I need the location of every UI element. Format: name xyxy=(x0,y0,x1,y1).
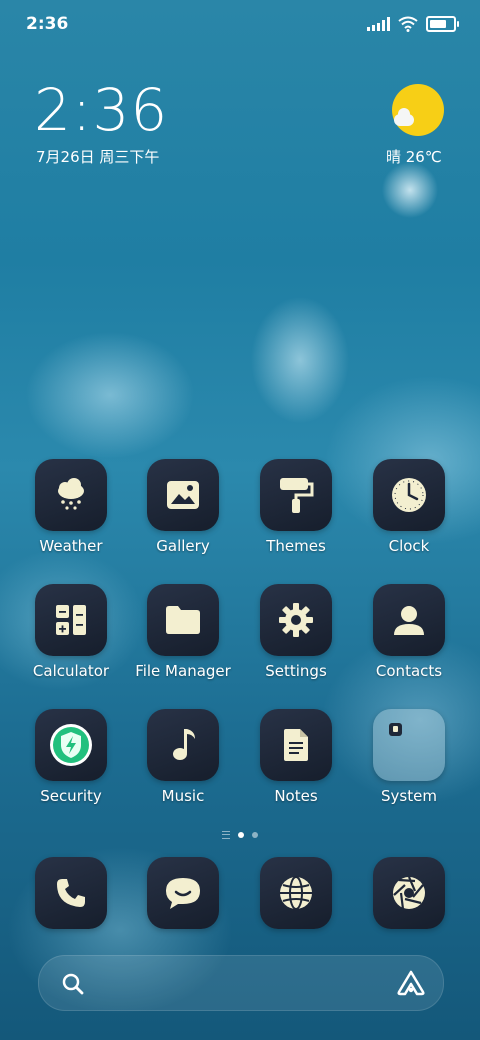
shield-bolt-icon xyxy=(50,724,92,766)
message-bubble-icon xyxy=(147,857,219,929)
app-contacts[interactable]: Contacts xyxy=(354,584,464,694)
page-dot xyxy=(252,832,258,838)
app-calculator[interactable]: Calculator xyxy=(16,584,126,694)
app-label: Settings xyxy=(265,662,327,680)
app-label: Security xyxy=(40,787,102,805)
app-notes[interactable]: Notes xyxy=(241,709,351,819)
app-label: Themes xyxy=(266,537,326,555)
app-clock[interactable]: Clock xyxy=(354,459,464,569)
clock-icon xyxy=(373,459,445,531)
battery-icon xyxy=(426,16,459,32)
weather-rain-cloud-icon xyxy=(35,459,107,531)
camera-aperture-icon xyxy=(373,857,445,929)
app-settings[interactable]: Settings xyxy=(241,584,351,694)
search-bar[interactable] xyxy=(38,955,444,1011)
page-indicator[interactable] xyxy=(200,830,280,840)
paint-roller-icon xyxy=(260,459,332,531)
app-label: Clock xyxy=(388,537,430,555)
app-label: Calculator xyxy=(32,662,110,680)
app-label: Music xyxy=(161,787,205,805)
phone-icon xyxy=(35,857,107,929)
globe-icon xyxy=(260,857,332,929)
document-icon xyxy=(260,709,332,781)
dock-browser[interactable] xyxy=(260,857,332,929)
clock-date[interactable]: 7月26日 周三下午 xyxy=(36,146,159,167)
app-label: File Manager xyxy=(135,662,231,680)
weather-text: 晴 26℃ xyxy=(386,148,442,166)
folder-grid-icon xyxy=(373,709,445,781)
status-bar: 2:36 xyxy=(0,0,480,50)
folder-icon xyxy=(147,584,219,656)
status-time: 2:36 xyxy=(26,14,69,34)
security-icon xyxy=(35,709,107,781)
dock-camera[interactable] xyxy=(373,857,445,929)
page-indicator-list-icon xyxy=(222,831,230,839)
music-note-icon xyxy=(147,709,219,781)
wifi-icon xyxy=(398,16,418,32)
app-themes[interactable]: Themes xyxy=(241,459,351,569)
search-icon[interactable] xyxy=(61,972,85,996)
app-music[interactable]: Music xyxy=(128,709,238,819)
status-icons xyxy=(367,16,459,32)
clock-time[interactable]: 2:36 xyxy=(34,78,168,142)
app-file-manager[interactable]: File Manager xyxy=(128,584,238,694)
app-weather[interactable]: Weather xyxy=(16,459,126,569)
image-icon xyxy=(147,459,219,531)
folder-contents-icon xyxy=(389,723,402,736)
dock-messages[interactable] xyxy=(147,857,219,929)
person-icon xyxy=(373,584,445,656)
gear-icon xyxy=(260,584,332,656)
dock-phone[interactable] xyxy=(35,857,107,929)
app-label: System xyxy=(381,787,437,805)
battery-level xyxy=(430,20,447,28)
cloud-icon xyxy=(394,108,414,126)
app-label: Contacts xyxy=(375,662,443,680)
app-security[interactable]: Security xyxy=(16,709,126,819)
weather-widget[interactable]: 晴 26℃ xyxy=(380,84,460,174)
calculator-icon xyxy=(35,584,107,656)
page-dot-active xyxy=(238,832,244,838)
app-gallery[interactable]: Gallery xyxy=(128,459,238,569)
app-label: Weather xyxy=(39,537,103,555)
app-label: Notes xyxy=(274,787,318,805)
assistant-icon[interactable] xyxy=(397,970,425,996)
app-system-folder[interactable]: System xyxy=(354,709,464,819)
cellular-signal-icon xyxy=(367,17,390,31)
app-label: Gallery xyxy=(156,537,210,555)
